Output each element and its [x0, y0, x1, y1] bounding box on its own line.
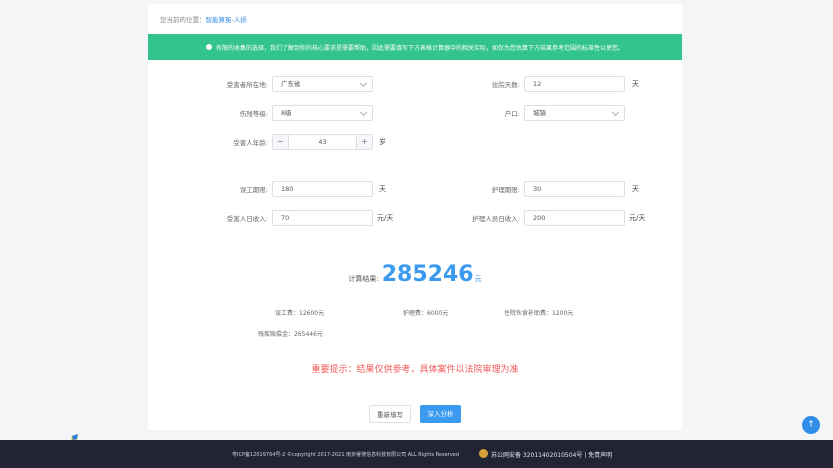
hospital-days-input[interactable]: 12: [524, 76, 625, 92]
nursing-input[interactable]: 30: [524, 181, 625, 197]
victim-income-unit: 元/天: [377, 214, 394, 222]
hospital-days-label: 住院天数:: [491, 81, 520, 89]
footer-record[interactable]: 苏公网安备 32011402010504号 | 免责声明: [491, 450, 612, 459]
hukou-select[interactable]: 城镇: [524, 105, 625, 121]
nursing-fee: 护理费：6000元: [403, 310, 449, 317]
age-increment-button[interactable]: +: [356, 135, 372, 149]
age-unit: 岁: [379, 138, 386, 146]
result-label: 计算结果:: [348, 275, 379, 283]
victim-income-label: 受害人日收入:: [226, 215, 268, 223]
footer-copyright: 粤ICP备12019764号-2 ©copyright 2017-2021 南京…: [232, 452, 459, 458]
nursing-unit: 天: [632, 185, 639, 193]
victim-income-input[interactable]: 70: [272, 210, 373, 226]
nurse-income-label: 护理人员日收入:: [472, 215, 520, 223]
important-notice: 重要提示：结果仅供参考，具体案件以法院审理为准: [311, 365, 519, 375]
age-stepper[interactable]: − 43 +: [272, 134, 373, 150]
breadcrumb-prefix: 您当前的位置：: [160, 16, 206, 24]
result-total: 计算结果: 285246 元: [148, 262, 682, 287]
age-value[interactable]: 43: [289, 135, 356, 149]
lost-work-unit: 天: [379, 185, 386, 193]
disability-select[interactable]: 8级: [272, 105, 373, 121]
hukou-label: 户口:: [504, 110, 520, 118]
reset-button[interactable]: 重新填写: [369, 405, 411, 423]
lost-work-fee: 误工费：12600元: [275, 310, 325, 317]
region-label: 受害者所在地:: [226, 81, 268, 89]
nurse-income-input[interactable]: 200: [524, 210, 625, 226]
disability-label: 伤残等级:: [239, 110, 268, 118]
back-to-top-button[interactable]: ↑: [802, 416, 820, 434]
hukou-value: 城镇: [533, 109, 546, 117]
meal-allowance: 住院伙食补助费：1200元: [504, 310, 574, 317]
result-amount: 285246: [381, 262, 474, 287]
lost-work-label: 误工期限:: [239, 186, 268, 194]
nurse-income-unit: 元/天: [629, 214, 646, 222]
age-decrement-button[interactable]: −: [273, 135, 289, 149]
chevron-down-icon: [359, 108, 368, 117]
analyze-button[interactable]: 深入分析: [420, 405, 461, 423]
nursing-label: 护理期限:: [491, 186, 520, 194]
result-unit: 元: [474, 275, 482, 283]
hospital-days-unit: 天: [632, 80, 639, 88]
calculator-card: 您当前的位置：智能算冤-人损 有限的收集的选择，我们了解到你的核心要求是需要帮助…: [148, 4, 682, 430]
region-value: 广东省: [281, 80, 301, 88]
breadcrumb-link[interactable]: 智能算冤-人损: [206, 16, 247, 24]
breadcrumb: 您当前的位置：智能算冤-人损: [160, 14, 247, 24]
chevron-down-icon: [611, 108, 620, 117]
notice-banner: 有限的收集的选择，我们了解到你的核心要求是需要帮助，因此需要填写下方表格计算器中…: [148, 34, 682, 60]
chevron-down-icon: [359, 79, 368, 88]
notice-text: 有限的收集的选择，我们了解到你的核心要求是需要帮助，因此需要填写下方表格计算器中…: [215, 44, 624, 52]
site-footer: 粤ICP备12019764号-2 ©copyright 2017-2021 南京…: [0, 440, 833, 468]
region-select[interactable]: 广东省: [272, 76, 373, 92]
info-icon: [205, 44, 212, 50]
police-badge-icon: [479, 449, 488, 458]
disability-value: 8级: [281, 109, 292, 117]
disability-compensation: 残疾赔偿金：265446元: [258, 331, 323, 338]
lost-work-input[interactable]: 180: [272, 181, 373, 197]
age-label: 受害人年龄:: [233, 139, 268, 147]
